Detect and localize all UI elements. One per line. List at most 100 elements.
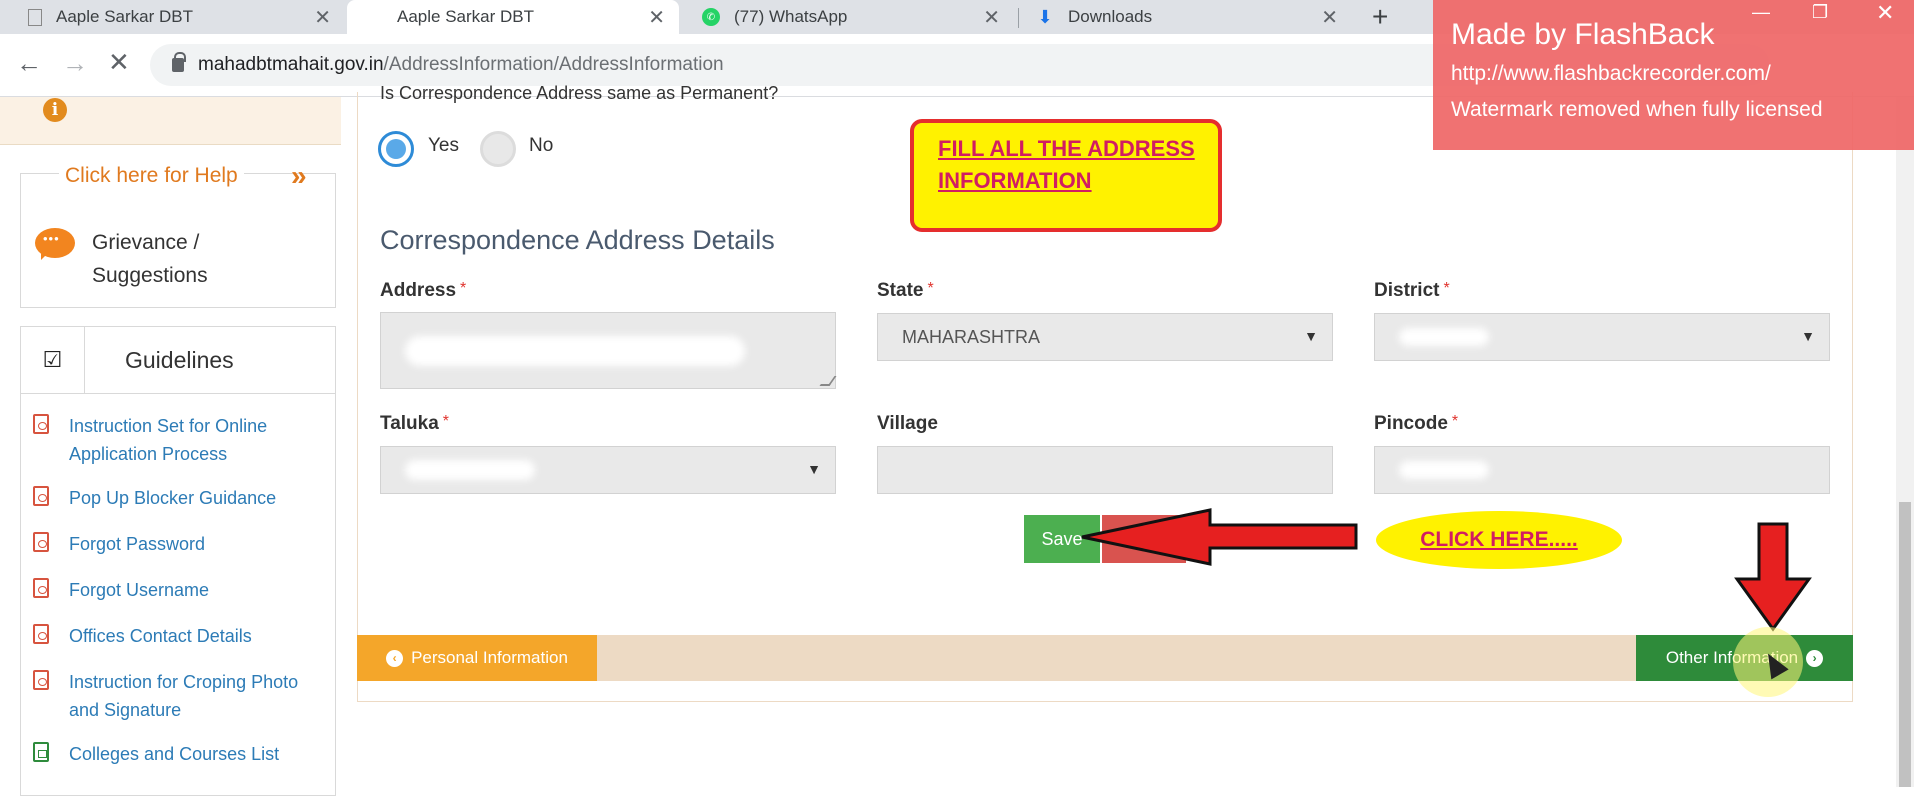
previous-personal-info-button[interactable]: ‹ Personal Information — [357, 635, 597, 681]
close-window-icon[interactable]: ✕ — [1876, 0, 1894, 26]
lock-icon — [172, 52, 186, 72]
back-arrow-icon[interactable]: ← — [16, 48, 42, 79]
redacted-text — [1399, 461, 1489, 479]
pdf-icon — [33, 532, 49, 552]
pincode-label: Pincode * — [1374, 413, 1458, 435]
sidebar: i Click here for Help » Grievance / Sugg… — [0, 97, 341, 796]
radio-no[interactable] — [480, 131, 516, 167]
state-label: State * — [877, 280, 934, 302]
required-mark: * — [1443, 280, 1450, 297]
prev-label: Personal Information — [411, 648, 568, 667]
taluka-label: Taluka * — [380, 413, 449, 435]
guideline-link[interactable]: Colleges and Courses List — [69, 740, 279, 770]
callout-line-1: FILL ALL THE ADDRESS — [938, 136, 1195, 161]
tab-title: (77) WhatsApp — [734, 7, 848, 26]
guideline-item[interactable]: Offices Contact Details — [21, 614, 335, 660]
guideline-link[interactable]: Pop Up Blocker Guidance — [69, 484, 276, 514]
radio-yes-label[interactable]: Yes — [428, 135, 459, 157]
grievance-link[interactable]: Grievance / Suggestions — [92, 226, 208, 292]
restore-window-icon[interactable]: ❐ — [1812, 2, 1828, 23]
watermark-line-1: Made by FlashBack — [1451, 18, 1715, 51]
guideline-link[interactable]: Forgot Password — [69, 530, 205, 560]
scrollbar-thumb[interactable] — [1899, 502, 1911, 787]
guideline-link[interactable]: Offices Contact Details — [69, 622, 252, 652]
state-label-text: State — [877, 280, 924, 301]
tab-title: Aaple Sarkar DBT — [56, 7, 193, 26]
caret-down-icon: ▼ — [1801, 328, 1815, 344]
close-tab-icon[interactable]: ✕ — [983, 5, 1000, 30]
page-icon — [28, 8, 42, 26]
pdf-icon — [33, 624, 49, 644]
callout-line-2: INFORMATION — [938, 168, 1092, 193]
state-select[interactable]: MAHARASHTRA ▼ — [877, 313, 1333, 361]
resize-handle-icon[interactable] — [819, 376, 837, 386]
address-label-text: Address — [380, 280, 457, 301]
required-mark: * — [442, 413, 450, 430]
info-icon: i — [43, 98, 67, 122]
section-title: Correspondence Address Details — [380, 225, 775, 255]
chat-bubble-icon — [35, 228, 75, 260]
redacted-text — [405, 335, 745, 366]
pincode-input[interactable] — [1374, 446, 1830, 494]
pdf-icon — [33, 670, 49, 690]
page-content: i Click here for Help » Grievance / Sugg… — [0, 83, 1914, 796]
village-label: Village — [877, 413, 938, 435]
pincode-label-text: Pincode — [1374, 413, 1448, 434]
guideline-item[interactable]: Colleges and Courses List — [21, 732, 335, 778]
watermark-line-3: Watermark removed when fully licensed — [1451, 98, 1823, 121]
close-tab-icon[interactable]: ✕ — [1321, 5, 1338, 30]
browser-tab[interactable]: ✆ (77) WhatsApp ✕ — [682, 0, 1014, 34]
browser-tab-active[interactable]: Aaple Sarkar DBT ✕ — [347, 0, 679, 34]
district-label-text: District — [1374, 280, 1440, 301]
reset-button[interactable]: Reset — [1102, 515, 1186, 563]
click-here-callout: CLICK HERE..... — [1376, 511, 1622, 569]
save-button[interactable]: Save — [1024, 515, 1100, 563]
guidelines-list: Instruction Set for Online Application P… — [21, 394, 335, 778]
fill-address-callout: FILL ALL THE ADDRESS INFORMATION — [910, 119, 1222, 232]
grievance-label: Grievance / — [92, 231, 200, 254]
redacted-text — [1399, 328, 1489, 346]
tab-title: Aaple Sarkar DBT — [397, 7, 534, 26]
guideline-item[interactable]: Pop Up Blocker Guidance — [21, 476, 335, 522]
chevron-left-circle-icon: ‹ — [386, 649, 404, 667]
caret-down-icon: ▼ — [807, 461, 821, 477]
guideline-link[interactable]: Forgot Username — [69, 576, 209, 606]
guideline-item[interactable]: Forgot Username — [21, 568, 335, 614]
help-link[interactable]: Click here for Help — [59, 164, 244, 188]
village-label-text: Village — [877, 413, 938, 434]
checkbox-icon: ☑ — [21, 327, 85, 393]
taluka-label-text: Taluka — [380, 413, 439, 434]
guideline-item[interactable]: Instruction for Croping Photo and Signat… — [21, 660, 335, 732]
close-tab-icon[interactable]: ✕ — [314, 5, 331, 30]
guideline-link[interactable]: Instruction Set for Online Application P… — [69, 412, 325, 468]
stop-loading-icon[interactable]: ✕ — [108, 47, 130, 78]
guidelines-title: Guidelines — [125, 346, 234, 373]
url-host: mahadbtmahait.gov.in — [198, 54, 384, 75]
close-tab-icon[interactable]: ✕ — [648, 5, 665, 30]
pdf-icon — [33, 414, 49, 434]
help-panel[interactable]: Click here for Help » Grievance / Sugges… — [20, 160, 336, 308]
district-select[interactable]: ▼ — [1374, 313, 1830, 361]
recorder-watermark: Made by FlashBack http://www.flashbackre… — [1433, 0, 1914, 150]
browser-tab[interactable]: Aaple Sarkar DBT ✕ — [0, 0, 345, 34]
url-path: /AddressInformation/AddressInformation — [383, 54, 724, 75]
watermark-line-2: http://www.flashbackrecorder.com/ — [1451, 62, 1771, 85]
notice-box: i — [0, 97, 341, 145]
village-input[interactable] — [877, 446, 1333, 494]
suggestions-label: Suggestions — [92, 264, 208, 287]
minimize-window-icon[interactable]: — — [1752, 2, 1770, 23]
new-tab-button[interactable]: + — [1372, 1, 1388, 33]
guideline-link[interactable]: Instruction for Croping Photo and Signat… — [69, 668, 325, 724]
radio-yes[interactable] — [378, 131, 414, 167]
radio-no-label[interactable]: No — [529, 135, 553, 157]
taluka-select[interactable]: ▼ — [380, 446, 836, 494]
required-mark: * — [460, 280, 467, 297]
guidelines-header: ☑ Guidelines — [21, 327, 335, 394]
forward-arrow-icon[interactable]: → — [62, 48, 88, 79]
guideline-item[interactable]: Forgot Password — [21, 522, 335, 568]
browser-tab[interactable]: ⬇ Downloads ✕ — [1020, 0, 1352, 34]
whatsapp-icon: ✆ — [702, 8, 720, 26]
guideline-item[interactable]: Instruction Set for Online Application P… — [21, 404, 335, 476]
caret-down-icon: ▼ — [1304, 328, 1318, 344]
address-textarea[interactable] — [380, 312, 837, 389]
